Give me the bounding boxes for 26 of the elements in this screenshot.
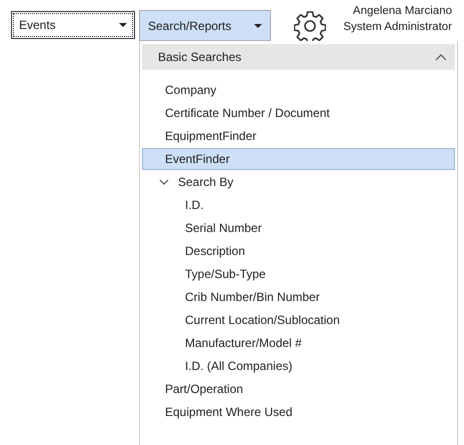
menu-item[interactable]: Current Location/Sublocation — [142, 309, 455, 331]
menu-item[interactable]: EquipmentFinder — [142, 125, 455, 147]
menu-item[interactable]: Company — [142, 79, 455, 101]
user-role: System Administrator — [343, 20, 452, 35]
search-reports-button[interactable]: Search/Reports — [139, 10, 271, 41]
caret-icon — [119, 23, 127, 27]
menu-item[interactable]: Type/Sub-Type — [142, 263, 455, 285]
menu-item[interactable]: EventFinder — [142, 148, 455, 170]
section-header[interactable]: Basic Searches — [142, 44, 455, 70]
chevron-icon — [159, 177, 169, 187]
menu-item[interactable]: Description — [142, 240, 455, 262]
menu-item[interactable]: Serial Number — [142, 217, 455, 239]
menu-item[interactable]: Equipment Where Used — [142, 401, 455, 423]
chevron-icon — [435, 54, 447, 60]
menu-item[interactable]: Certificate Number / Document — [142, 102, 455, 124]
module-dropdown[interactable]: Events — [11, 11, 135, 39]
menu-group[interactable]: Search By — [142, 171, 455, 193]
user-name: Angelena Marciano — [352, 4, 452, 19]
menu-item[interactable]: I.D. (All Companies) — [142, 355, 455, 377]
menu-item[interactable]: I.D. — [142, 194, 455, 216]
menu-item[interactable]: Manufacturer/Model # — [142, 332, 455, 354]
settings-icon[interactable] — [294, 10, 326, 42]
menu-item[interactable]: Part/Operation — [142, 378, 455, 400]
caret-icon — [254, 24, 262, 28]
group-label: Search By — [178, 175, 234, 189]
menu-item[interactable]: Crib Number/Bin Number — [142, 286, 455, 308]
